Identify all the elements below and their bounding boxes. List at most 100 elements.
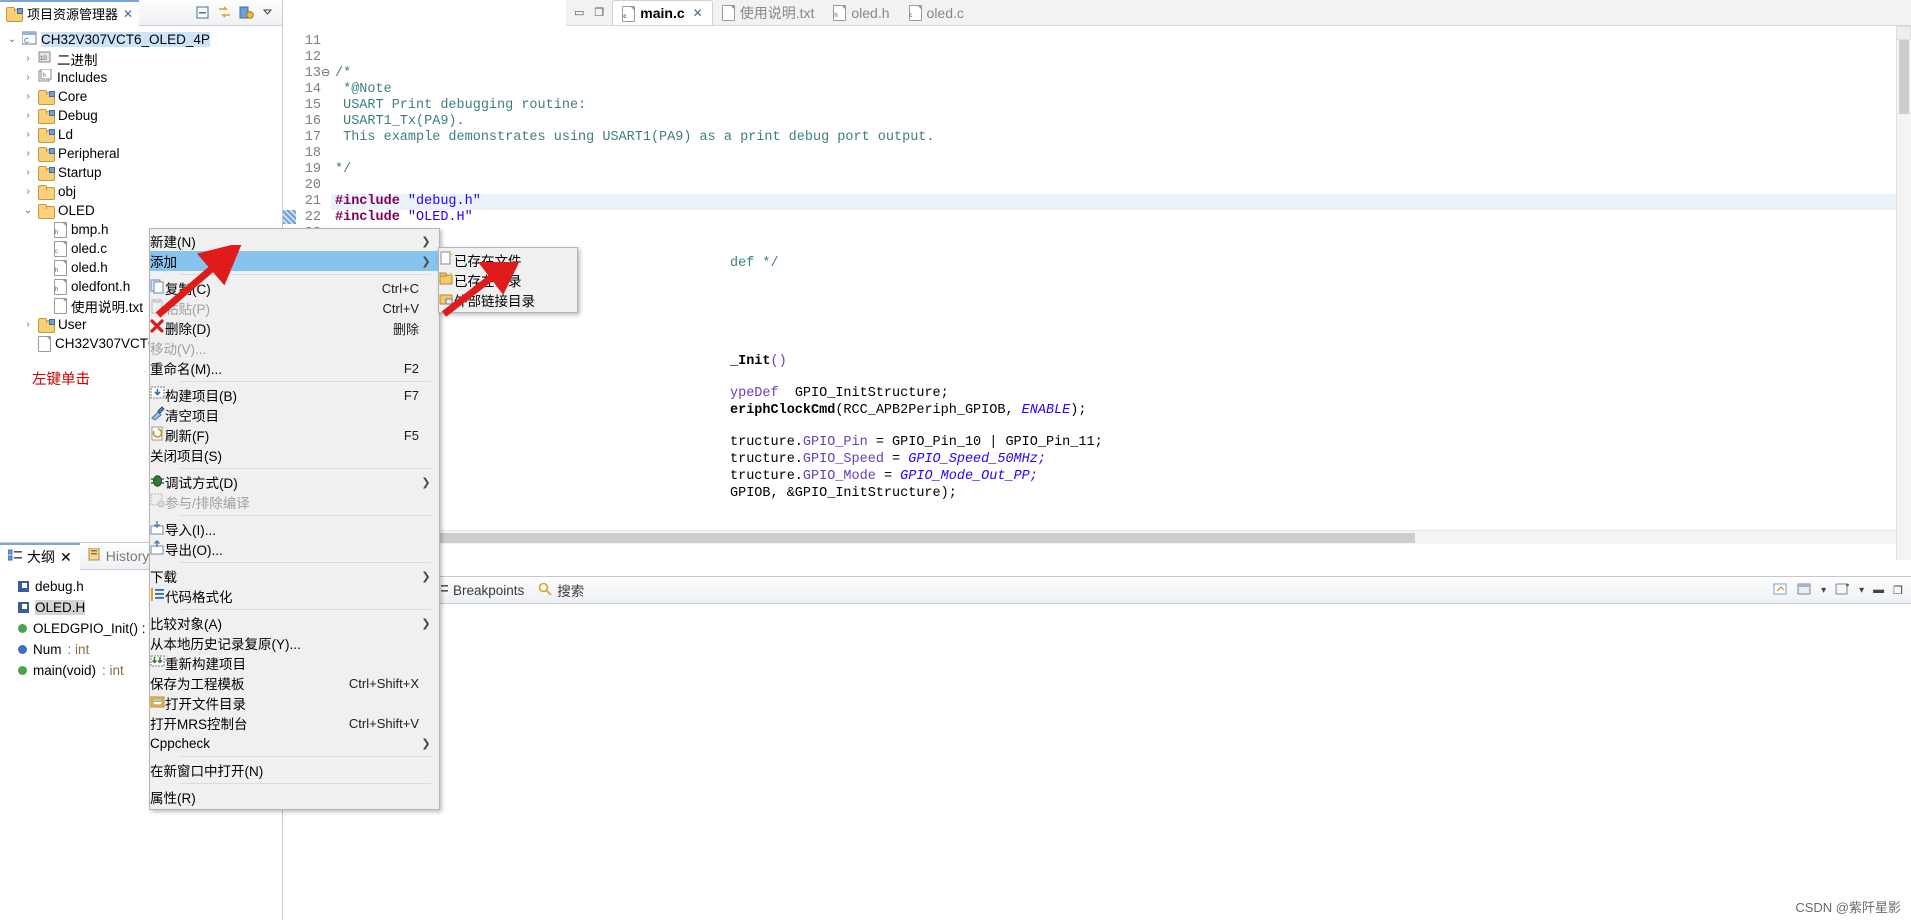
menu-item[interactable]: 重命名(M)... F2 [150,358,439,378]
menu-item[interactable]: 重新构建项目 [150,653,439,673]
bottom-tab-label: Breakpoints [453,582,525,598]
menu-item[interactable]: 刷新(F) F5 [150,425,439,445]
menu-item[interactable]: 属性(R) [150,787,439,807]
menu-item[interactable]: 关闭项目(S) [150,445,439,465]
scroll-thumb-h[interactable] [285,533,1415,543]
tree-item[interactable]: ⌄ OLED [2,201,282,220]
copy-icon [150,279,165,297]
editor-tabbar: ▭ ❐ c main.c ✕ 使用说明.txt h oled.h c oled.c [566,0,1911,26]
chevron-right-icon[interactable]: › [22,319,34,330]
menu-item[interactable]: 导出(O)... [150,539,439,559]
scroll-up-button[interactable] [1896,26,1911,40]
editor-tab[interactable]: 使用说明.txt [713,0,825,25]
menu-item[interactable]: 清空项目 [150,405,439,425]
editor-tab[interactable]: c oled.c [900,0,974,25]
tree-item[interactable]: › Core [2,87,282,106]
maximize-icon[interactable]: ❐ [594,6,604,19]
export-console-icon[interactable] [1773,582,1788,599]
console-chevron2-icon[interactable]: ▾ [1859,585,1864,596]
tree-item[interactable]: › h Includes [2,68,282,87]
c-file-icon: c [908,5,922,21]
tree-item[interactable]: › Debug [2,106,282,125]
context-menu[interactable]: 新建(N) ❯ 添加 ❯ 复制(C) Ctrl+C 粘贴(P) Ctrl+V 删除(D) 删除 移动… [149,228,440,810]
tree-item[interactable]: › 10 二进制 [2,49,282,68]
close-icon[interactable]: ✕ [123,7,133,21]
new-console-icon[interactable] [1835,582,1850,599]
menu-item[interactable]: 从本地历史记录复原(Y)... [150,633,439,653]
tree-item[interactable]: › Peripheral [2,144,282,163]
submenu-item[interactable]: 已存在文件 [439,250,577,270]
tree-item-label: CH32V307VCT6_OLED_4P [41,32,210,47]
outline-tab[interactable]: 大纲 ✕ [0,542,80,570]
minimize-panel-icon[interactable]: ▬ [1873,584,1884,596]
chevron-right-icon[interactable]: › [22,167,34,178]
line-number: 21 [304,194,321,209]
submenu-item[interactable]: 已存在目录 [439,270,577,290]
console-chevron-icon[interactable]: ▾ [1821,585,1826,596]
editor-tab[interactable]: c main.c ✕ [612,0,713,25]
menu-item-label: 重命名(M)... [150,362,222,377]
menu-item[interactable]: 打开MRS控制台 Ctrl+Shift+V [150,713,439,733]
bottom-tab[interactable]: 搜索 [538,580,584,600]
tree-item-label: CH32V307VCT6_ [55,336,164,351]
editor-tab[interactable]: h oled.h [824,0,899,25]
tree-item-label: obj [58,184,77,199]
chevron-right-icon[interactable]: › [22,91,34,102]
submenu-item[interactable]: 外部链接目录 [439,290,577,310]
chevron-right-icon[interactable]: › [22,53,34,64]
menu-item[interactable]: 在新窗口中打开(N) [150,760,439,780]
menu-item[interactable]: 删除(D) 删除 [150,318,439,338]
bottom-tab[interactable]: Breakpoints [433,582,524,598]
tree-item[interactable]: ⌄ C CH32V307VCT6_OLED_4P [2,30,282,49]
menu-item[interactable]: 打开文件目录 [150,693,439,713]
menu-item[interactable]: 复制(C) Ctrl+C [150,278,439,298]
menu-item[interactable]: 粘贴(P) Ctrl+V [150,298,439,318]
menu-item[interactable]: 保存为工程模板 Ctrl+Shift+X [150,673,439,693]
scroll-thumb[interactable] [1899,30,1909,114]
maximize-panel-icon[interactable]: ❐ [1893,584,1903,597]
outline-tab[interactable]: History [80,543,158,570]
source-folder-icon [38,147,55,162]
chevron-down-icon[interactable]: ⌄ [22,205,34,216]
tab-project-explorer[interactable]: 项目资源管理器 ✕ [0,0,140,26]
menu-item[interactable]: 代码格式化 [150,586,439,606]
pin-console-icon[interactable] [1797,582,1812,599]
close-icon[interactable]: ✕ [60,549,72,566]
fold-toggle-icon[interactable]: ⊖ [321,66,331,80]
close-icon[interactable]: ✕ [693,6,703,20]
menu-item[interactable]: 构建项目(B) F7 [150,385,439,405]
editor-vertical-scrollbar[interactable] [1896,26,1911,560]
chevron-right-icon[interactable]: › [22,148,34,159]
tree-item[interactable]: › Startup [2,163,282,182]
menu-item[interactable]: 下载 ❯ [150,566,439,586]
menu-item[interactable]: 调试方式(D) ❯ [150,472,439,492]
menu-item-label: Cppcheck [150,735,211,751]
explorer-toolbar [195,5,282,20]
chevron-down-icon[interactable]: ⌄ [6,34,18,45]
c-file-icon: c [54,241,67,257]
chevron-right-icon[interactable]: › [22,129,34,140]
menu-item[interactable]: 新建(N) ❯ [150,231,439,251]
field-icon [18,645,27,654]
debug-icon [150,473,165,491]
menu-item[interactable]: 参与/排除编译 [150,492,439,512]
collapse-all-icon[interactable] [195,5,210,20]
editor-horizontal-scrollbar[interactable] [283,530,1896,544]
link-with-editor-icon[interactable] [217,5,232,20]
ide-window: 项目资源管理器 ✕ ⌄ C CH32V307VCT6_OLED_4P › 10 二进制 › h… [0,0,1911,920]
chevron-right-icon[interactable]: › [22,72,34,83]
view-chevron-icon[interactable] [261,5,276,20]
view-menu-icon[interactable] [239,5,254,20]
minimize-icon[interactable]: ▭ [574,6,584,19]
menu-item[interactable]: 添加 ❯ [150,251,439,271]
menu-item[interactable]: 比较对象(A) ❯ [150,613,439,633]
add-submenu[interactable]: 已存在文件 已存在目录 外部链接目录 [438,247,578,313]
chevron-right-icon[interactable]: › [22,186,34,197]
menu-item[interactable]: 导入(I)... [150,519,439,539]
tree-item[interactable]: › obj [2,182,282,201]
export-icon [150,540,165,558]
chevron-right-icon[interactable]: › [22,110,34,121]
menu-item[interactable]: Cppcheck ❯ [150,733,439,753]
menu-item[interactable]: 移动(V)... [150,338,439,358]
tree-item[interactable]: › Ld [2,125,282,144]
